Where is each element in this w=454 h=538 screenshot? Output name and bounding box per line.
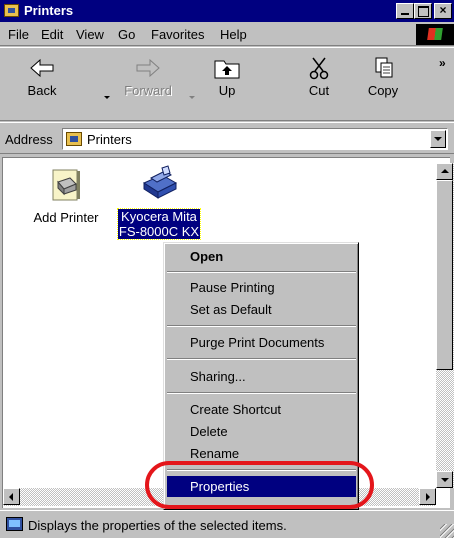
cut-button[interactable]: Cut: [297, 48, 341, 118]
scroll-right-button[interactable]: [419, 488, 436, 505]
menu-file[interactable]: File: [8, 27, 29, 42]
window-title: Printers: [24, 3, 74, 18]
menu-view[interactable]: View: [76, 27, 104, 42]
menu-item-purge-print-documents[interactable]: Purge Print Documents: [167, 332, 356, 353]
scroll-left-button[interactable]: [3, 488, 20, 505]
copy-pages-icon: [375, 57, 393, 78]
menu-bar: File Edit View Go Favorites Help: [0, 22, 454, 46]
maximize-button[interactable]: [414, 3, 432, 19]
file-item-label: Add Printer: [33, 210, 99, 225]
menu-go[interactable]: Go: [118, 27, 135, 42]
menu-item-open[interactable]: Open: [167, 246, 356, 267]
title-bar[interactable]: Printers ×: [0, 0, 454, 22]
computer-icon: [6, 517, 23, 531]
printers-folder-icon: [66, 132, 82, 146]
address-bar: Address Printers: [0, 122, 454, 154]
scroll-up-button[interactable]: [436, 163, 453, 180]
address-value: Printers: [87, 132, 132, 147]
standard-toolbar: Back Forward Up Cut Copy »: [0, 47, 454, 121]
up-button[interactable]: Up: [205, 48, 249, 118]
address-field[interactable]: Printers: [62, 128, 448, 150]
back-button[interactable]: Back: [20, 48, 64, 118]
menu-separator: [167, 392, 356, 394]
back-label: Back: [27, 83, 57, 98]
forward-label: Forward: [124, 83, 172, 98]
printers-window: Printers × File Edit View Go Favorites H…: [0, 0, 454, 538]
add-printer-icon: [52, 169, 80, 201]
forward-arrow-icon: [136, 58, 160, 78]
menu-item-pause-printing[interactable]: Pause Printing: [167, 277, 356, 298]
folder-up-icon: [214, 60, 240, 79]
file-item-label: Kyocera Mita FS-8000C KX: [116, 208, 202, 240]
menu-separator: [167, 325, 356, 327]
menu-item-create-shortcut[interactable]: Create Shortcut: [167, 399, 356, 420]
file-item-add-printer[interactable]: Add Printer: [26, 168, 106, 225]
close-button[interactable]: ×: [434, 3, 452, 19]
back-arrow-icon: [30, 58, 54, 78]
vertical-scroll-thumb[interactable]: [436, 180, 453, 370]
scroll-down-button[interactable]: [436, 471, 453, 488]
up-label: Up: [218, 83, 236, 98]
menu-help[interactable]: Help: [220, 27, 247, 42]
printer-icon: [142, 165, 178, 199]
menu-item-set-as-default[interactable]: Set as Default: [167, 299, 356, 320]
menu-separator: [167, 358, 356, 360]
status-text: Displays the properties of the selected …: [28, 518, 287, 533]
back-dropdown-arrow[interactable]: [104, 96, 110, 99]
forward-button[interactable]: Forward: [118, 48, 178, 118]
menu-item-sharing[interactable]: Sharing...: [167, 366, 356, 387]
file-item-printer[interactable]: Kyocera Mita FS-8000C KX: [112, 165, 206, 240]
printers-folder-icon: [4, 4, 19, 17]
windows-logo-icon: [416, 24, 454, 45]
address-dropdown-button[interactable]: [430, 130, 446, 148]
menu-separator: [167, 271, 356, 273]
menu-edit[interactable]: Edit: [41, 27, 63, 42]
status-bar: Displays the properties of the selected …: [0, 510, 454, 538]
resize-grip[interactable]: [440, 524, 454, 538]
vertical-scrollbar[interactable]: [436, 163, 454, 488]
toolbar-overflow-chevron[interactable]: »: [439, 56, 446, 70]
copy-label: Copy: [367, 83, 399, 98]
scissors-icon: [309, 57, 329, 80]
minimize-button[interactable]: [396, 3, 414, 19]
address-label: Address: [5, 132, 53, 147]
highlight-annotation-ring: [145, 461, 374, 509]
copy-button[interactable]: Copy: [361, 48, 405, 118]
forward-dropdown-arrow[interactable]: [189, 96, 195, 99]
cut-label: Cut: [308, 83, 330, 98]
menu-item-delete[interactable]: Delete: [167, 421, 356, 442]
menu-favorites[interactable]: Favorites: [151, 27, 204, 42]
